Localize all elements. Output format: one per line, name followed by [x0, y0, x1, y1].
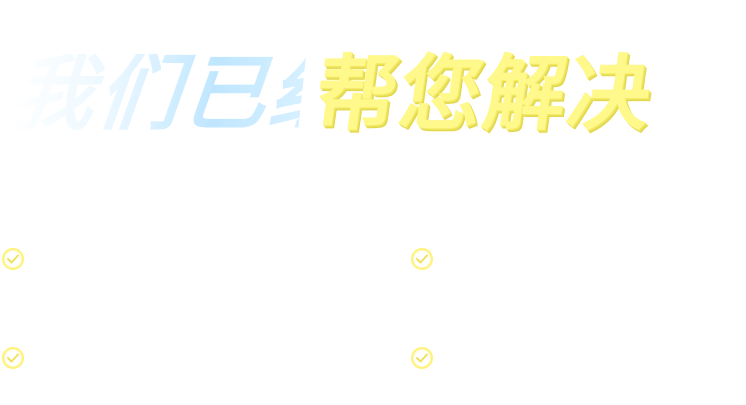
feature-item [2, 248, 34, 270]
check-circle-icon [2, 347, 24, 369]
headline-left-text: 我们已经 [7, 54, 307, 136]
feature-item [411, 347, 443, 369]
feature-item [411, 248, 443, 270]
headline: 我们已经 帮您解决 [8, 40, 738, 150]
feature-item [2, 347, 34, 369]
check-circle-icon [2, 248, 24, 270]
check-circle-icon [411, 248, 433, 270]
check-circle-icon [411, 347, 433, 369]
headline-right-text: 帮您解决 [309, 47, 659, 142]
